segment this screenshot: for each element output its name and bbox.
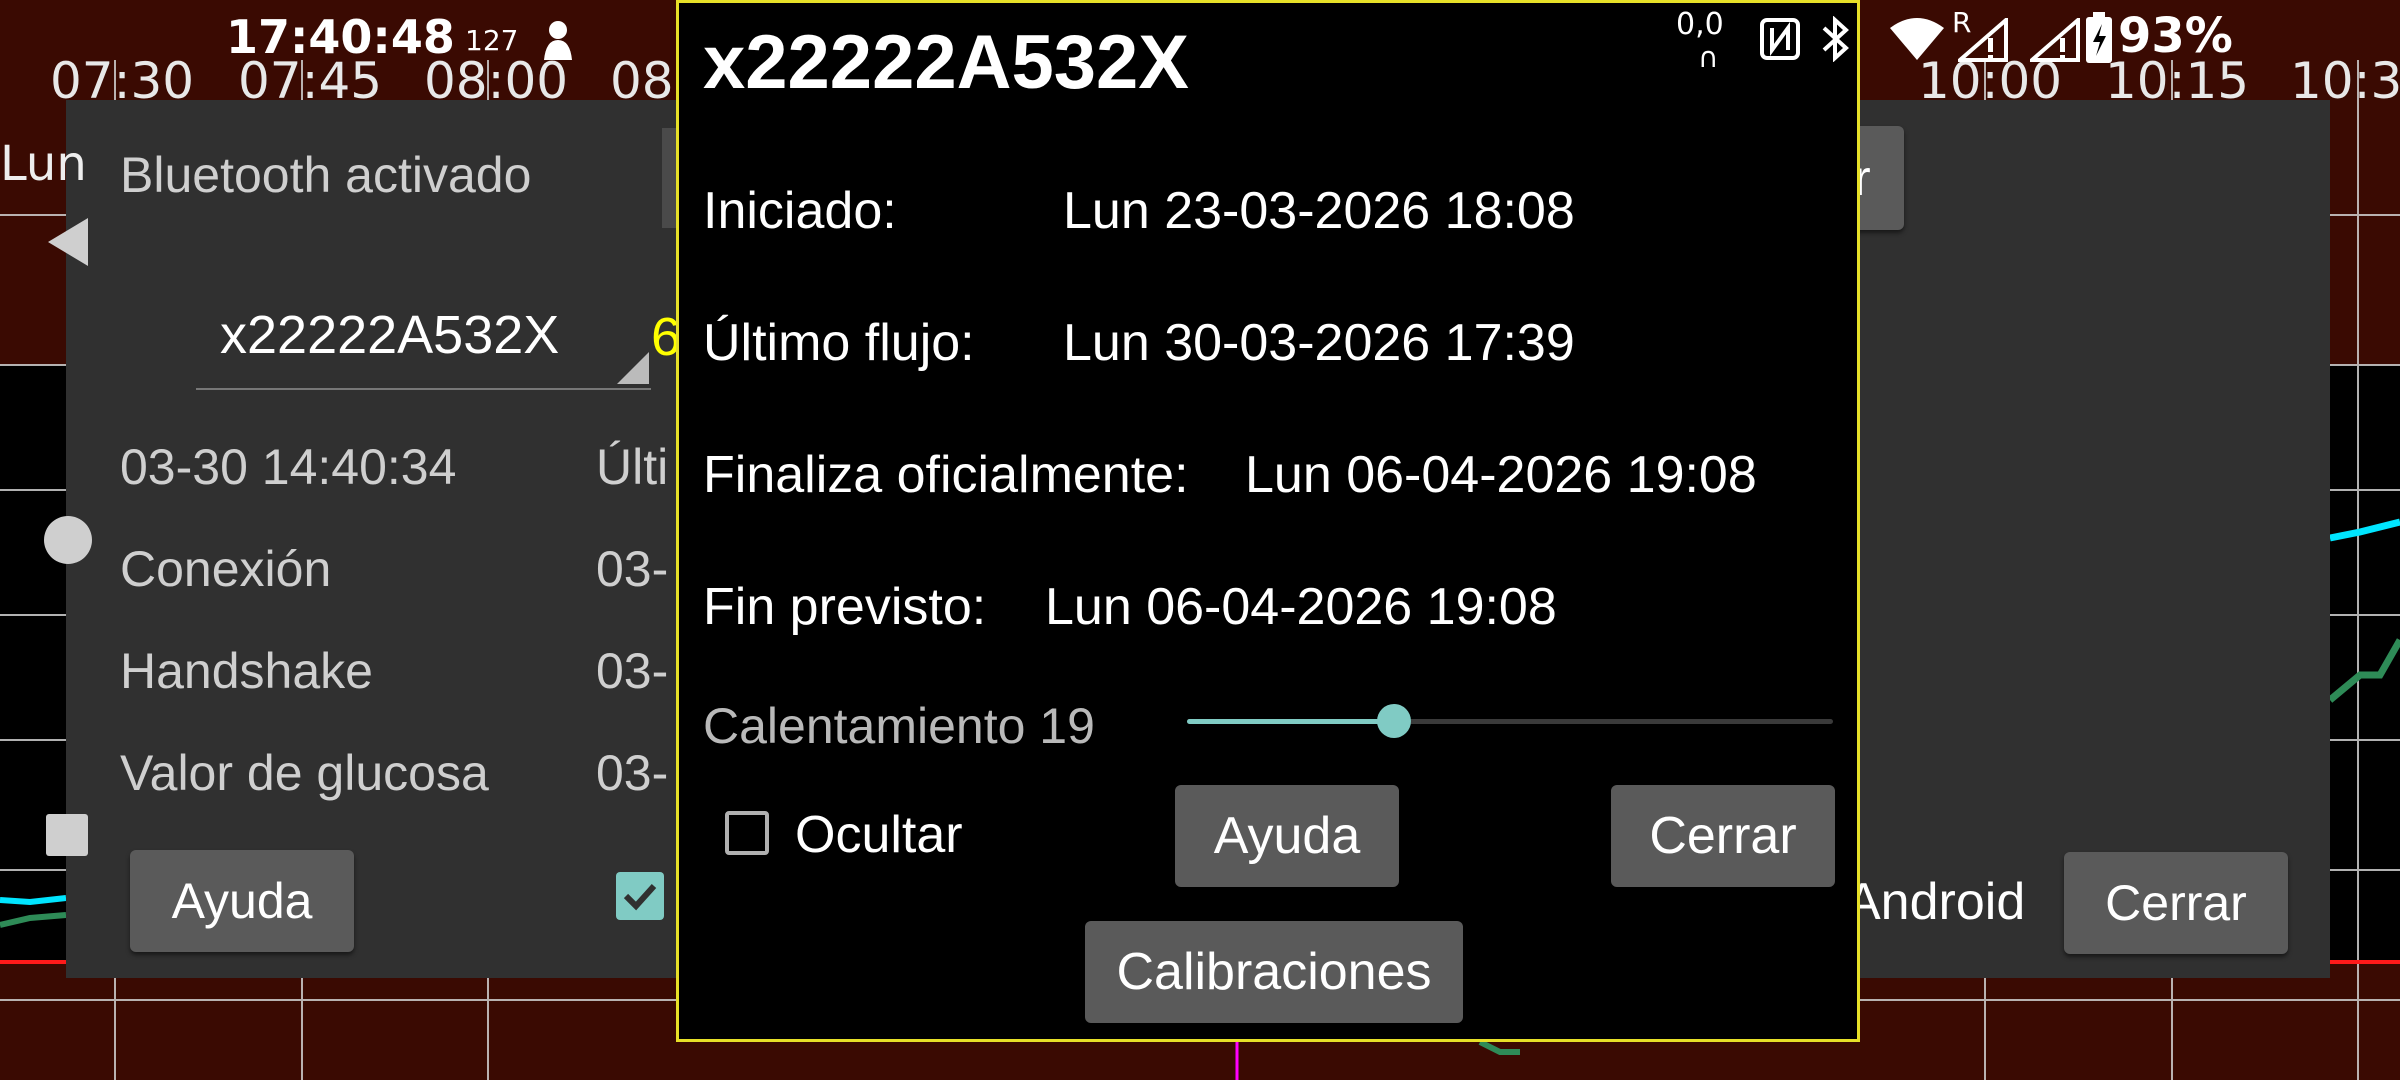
- official-end-label: Finaliza oficialmente:: [703, 446, 1189, 504]
- started-value: Lun 23-03-2026 18:08: [1063, 182, 1575, 240]
- wifi-icon: [1890, 18, 1944, 60]
- warmup-slider[interactable]: [1187, 704, 1833, 738]
- close-button[interactable]: Cerrar: [2064, 852, 2288, 954]
- data-rate-bottom: ∩: [1698, 41, 1719, 74]
- notification-icon: [544, 21, 572, 60]
- glucose-value-time: 03-: [596, 745, 669, 801]
- close-button[interactable]: Cerrar: [1611, 785, 1835, 887]
- data-rate-top: 0,0: [1676, 7, 1724, 42]
- connection-value: 03-: [596, 541, 669, 597]
- back-nav-icon[interactable]: [44, 216, 90, 268]
- bluetooth-status-label: Bluetooth activado: [120, 147, 532, 203]
- help-button[interactable]: Ayuda: [1175, 785, 1399, 887]
- help-button[interactable]: Ayuda: [130, 850, 354, 952]
- android-option-label: Android: [1846, 873, 2026, 931]
- last-scan-timestamp: 03-30 14:40:34: [120, 439, 457, 495]
- expected-end-label: Fin previsto:: [703, 578, 987, 636]
- expected-end-value: Lun 06-04-2026 19:08: [1045, 578, 1557, 636]
- signal-icon: [2030, 18, 2080, 62]
- warmup-label: Calentamiento 19: [703, 698, 1095, 754]
- status-clock: 17:40:48: [226, 10, 455, 64]
- hide-checkbox[interactable]: [725, 811, 769, 855]
- hide-checkbox-label: Ocultar: [795, 806, 963, 864]
- checkbox-checked[interactable]: [616, 872, 664, 920]
- handshake-value: 03-: [596, 643, 669, 699]
- glucose-value-label: Valor de glucosa: [120, 745, 489, 801]
- signal-icon: [1958, 18, 2008, 62]
- sensor-info-dialog: x22222A532X Iniciado: Lun 23-03-2026 18:…: [676, 0, 1860, 1042]
- official-end-value: Lun 06-04-2026 19:08: [1245, 446, 1757, 504]
- last-flow-value: Lun 30-03-2026 17:39: [1063, 314, 1575, 372]
- check-icon: [623, 883, 657, 911]
- last-flow-label-partial: Últi: [596, 439, 669, 495]
- warmup-slider-thumb[interactable]: [1376, 704, 1411, 738]
- battery-percentage: 93%: [2118, 8, 2233, 64]
- dialog-title: x22222A532X: [703, 20, 1189, 105]
- battery-icon: [2086, 12, 2112, 63]
- handshake-label: Handshake: [120, 643, 373, 699]
- day-label: Lun: [0, 136, 87, 192]
- warmup-slider-fill: [1187, 719, 1394, 724]
- connection-label: Conexión: [120, 541, 332, 597]
- sensor-select[interactable]: x22222A532X: [196, 290, 651, 390]
- bluetooth-icon: [1822, 16, 1849, 62]
- nfc-icon: [1760, 18, 1800, 60]
- recents-nav-icon[interactable]: [46, 814, 88, 856]
- last-flow-label: Último flujo:: [703, 314, 975, 372]
- dropdown-arrow-icon: [617, 352, 649, 384]
- started-label: Iniciado:: [703, 182, 897, 240]
- calibrations-button[interactable]: Calibraciones: [1085, 921, 1463, 1023]
- status-small-value: 127: [465, 24, 519, 57]
- home-nav-icon[interactable]: [44, 516, 92, 564]
